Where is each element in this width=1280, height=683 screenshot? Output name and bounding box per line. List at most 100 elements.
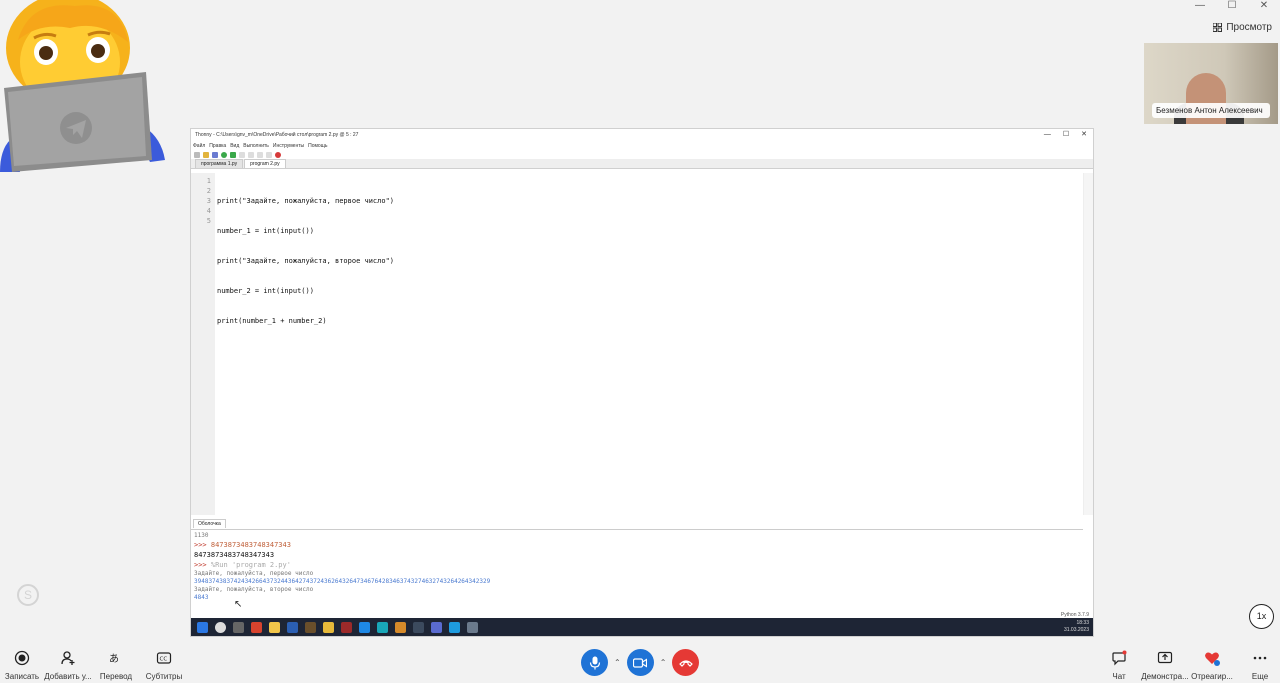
- code-line: print("Задайте, пожалуйста, первое число…: [217, 197, 395, 205]
- stop-icon[interactable]: [275, 151, 281, 158]
- code-line: number_2 = int(input()): [217, 287, 314, 295]
- shell-prompt: >>>: [194, 561, 207, 569]
- chat-label: Чат: [1112, 672, 1126, 681]
- shell-prompt: >>>: [194, 541, 207, 549]
- run-icon[interactable]: [221, 151, 227, 158]
- user-avatar-emoji: [0, 0, 165, 172]
- react-button[interactable]: Отреагир...: [1188, 650, 1236, 681]
- shared-screen: Thonny - C:\Users\gnv_m\OneDrive\Рабочий…: [190, 128, 1094, 637]
- shell-user-value: 4843: [194, 594, 209, 601]
- line-number: 5: [206, 217, 211, 225]
- share-screen-button[interactable]: Демонстра...: [1141, 650, 1189, 681]
- ide-toolbar: [191, 150, 1093, 159]
- new-file-icon[interactable]: [194, 151, 200, 158]
- record-label: Записать: [4, 672, 40, 681]
- menu-edit[interactable]: Правка: [209, 143, 226, 149]
- resume-icon[interactable]: [266, 151, 272, 158]
- step-over-icon[interactable]: [239, 151, 245, 158]
- camera-icon: [633, 657, 648, 668]
- view-button[interactable]: Просмотр: [1213, 22, 1272, 33]
- translate-button[interactable]: あ Перевод: [92, 650, 140, 681]
- line-number: 1: [206, 177, 211, 185]
- code-line: print("Задайте, пожалуйста, второе число…: [217, 257, 395, 265]
- app-icon[interactable]: [323, 621, 334, 633]
- app-icon[interactable]: [287, 621, 298, 633]
- ide-minimize-button[interactable]: —: [1044, 129, 1051, 141]
- camera-button[interactable]: [626, 649, 654, 676]
- shell-panel[interactable]: 1130 >>> 8473873483748347343 84738734837…: [191, 529, 1083, 609]
- participant-video-tile[interactable]: Безменов Антон Алексеевич: [1144, 43, 1278, 124]
- menu-view[interactable]: Вид: [230, 143, 239, 149]
- hang-up-button[interactable]: [672, 649, 700, 676]
- ide-title-bar: Thonny - C:\Users\gnv_m\OneDrive\Рабочий…: [191, 129, 1093, 141]
- camera-options-chevron-icon[interactable]: ⌃: [660, 658, 667, 667]
- edge-icon[interactable]: [377, 621, 388, 633]
- line-number: 2: [206, 187, 211, 195]
- code-editor[interactable]: 1 2 3 4 5 print("Задайте, пожалуйста, пе…: [191, 173, 1093, 515]
- step-into-icon[interactable]: [248, 151, 254, 158]
- microphone-options-chevron-icon[interactable]: ⌃: [614, 658, 621, 667]
- tab-program-1[interactable]: программа 1.py: [195, 159, 244, 168]
- task-view-icon[interactable]: [233, 621, 244, 633]
- windows-start-icon[interactable]: [197, 621, 208, 633]
- more-button[interactable]: Еще: [1236, 650, 1280, 681]
- tab-program-2[interactable]: program 2.py: [244, 159, 286, 168]
- app-icon[interactable]: [413, 621, 424, 633]
- folder-icon[interactable]: [269, 621, 280, 633]
- microphone-button[interactable]: [581, 649, 608, 676]
- line-numbers: 1 2 3 4 5: [191, 173, 215, 515]
- search-icon[interactable]: [215, 621, 226, 633]
- step-out-icon[interactable]: [257, 151, 263, 158]
- skype-icon[interactable]: [449, 621, 460, 633]
- shell-line: >>> %Run 'program 2.py': [194, 560, 1080, 570]
- ide-close-button[interactable]: ✕: [1081, 129, 1087, 141]
- shell-input: 8473873483748347343: [210, 541, 291, 549]
- record-button[interactable]: Записать: [0, 650, 46, 681]
- clock-time: 18:33: [1076, 620, 1089, 626]
- code-area[interactable]: print("Задайте, пожалуйста, первое число…: [215, 173, 1083, 515]
- ide-maximize-button[interactable]: ☐: [1063, 129, 1069, 141]
- taskbar-clock: 18:33 31.03.2023: [1064, 620, 1089, 634]
- hang-up-icon: [679, 659, 693, 667]
- svg-text:CC: CC: [160, 657, 168, 663]
- mouse-cursor-icon: ↖: [234, 599, 243, 610]
- app-icon[interactable]: [251, 621, 262, 633]
- closed-captions-icon: CC: [156, 652, 172, 664]
- code-line: print(number_1 + number_2): [217, 317, 327, 325]
- shell-run-command: %Run 'program 2.py': [210, 561, 291, 569]
- line-number: 4: [206, 207, 211, 215]
- subtitles-button[interactable]: CC Субтитры: [140, 650, 188, 681]
- call-center-controls: ⌃ ⌃: [581, 649, 700, 676]
- app-icon[interactable]: [395, 621, 406, 633]
- close-button[interactable]: ✕: [1248, 0, 1280, 12]
- menu-file[interactable]: Файл: [193, 143, 205, 149]
- shell-tab[interactable]: Оболочка: [193, 519, 226, 528]
- share-screen-icon: [1157, 651, 1173, 664]
- save-icon[interactable]: [212, 151, 218, 158]
- minimize-button[interactable]: —: [1184, 0, 1216, 12]
- menu-tools[interactable]: Инструменты: [273, 143, 304, 149]
- more-dots-icon: [1253, 656, 1267, 660]
- playback-speed-button[interactable]: 1x: [1249, 604, 1274, 629]
- editor-tabs: программа 1.py program 2.py: [191, 159, 1093, 169]
- mail-icon[interactable]: [359, 621, 370, 633]
- participant-name: Безменов Антон Алексеевич: [1152, 103, 1270, 118]
- chat-button[interactable]: Чат: [1095, 650, 1143, 681]
- menu-help[interactable]: Помощь: [308, 143, 327, 149]
- app-icon[interactable]: [431, 621, 442, 633]
- app-icon[interactable]: [341, 621, 352, 633]
- line-number: 3: [206, 197, 211, 205]
- skype-watermark-icon: S: [17, 584, 39, 606]
- menu-run[interactable]: Выполнить: [243, 143, 269, 149]
- app-icon[interactable]: [305, 621, 316, 633]
- grid-icon: [1213, 23, 1223, 32]
- open-file-icon[interactable]: [203, 151, 209, 158]
- editor-scrollbar[interactable]: [1083, 173, 1093, 515]
- add-participant-label: Добавить у...: [44, 672, 92, 681]
- shell-line: >>> 8473873483748347343: [194, 540, 1080, 550]
- debug-icon[interactable]: [230, 151, 236, 158]
- add-participant-button[interactable]: Добавить у...: [44, 650, 92, 681]
- maximize-button[interactable]: ☐: [1216, 0, 1248, 12]
- code-line: number_1 = int(input()): [217, 227, 314, 235]
- thonny-icon[interactable]: [467, 621, 478, 633]
